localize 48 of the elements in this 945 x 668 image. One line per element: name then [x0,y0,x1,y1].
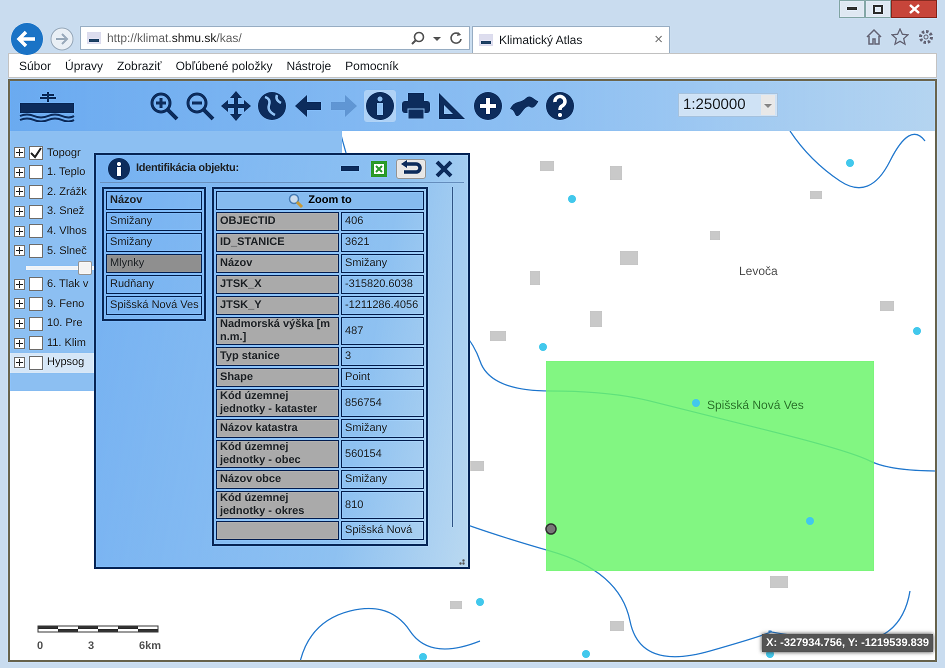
attribute-name: JTSK_Y [216,296,339,315]
attribute-name: Kód územnej jednotky - okres [216,491,339,519]
attribute-name: Nadmorská výška [m n.m.] [216,317,339,345]
attribute-value: Smižany [341,419,424,438]
attribute-value: Point [341,368,424,387]
attribute-name: Názov [216,254,339,273]
layer-label: Topogr [47,146,81,161]
url-text: http://klimat.shmu.sk/kas/ [107,30,242,47]
layer-label: 6. Tlak v [47,277,88,292]
attribute-name: Kód územnej jednotky - obec [216,440,339,468]
attribute-value: 406 [341,212,424,231]
map-label: Levoča [739,263,778,280]
attribute-value: Spišská Nová [341,521,424,540]
map-label: Spišská Nová Ves [707,397,804,414]
attribute-name: Shape [216,368,339,387]
layer-label: 9. Feno [47,296,84,312]
attribute-value: Smižany [341,470,424,489]
tab-title: Klimatický Atlas [499,32,582,49]
dialog-title: Identifikácia objektu: [136,161,240,176]
coordinates-readout: X: -327934.756, Y: -1219539.839 [762,634,933,652]
layer-label: 10. Pre [47,316,82,332]
attribute-name: Kód územnej jednotky - kataster [216,389,339,417]
attribute-value: 3621 [341,233,424,252]
layer-label: 3. Snež [47,204,84,220]
list-header: Názov [106,191,202,210]
layer-label: 2. Zrážk [47,184,87,200]
layer-label: 1. Teplo [47,165,86,180]
attribute-name: Názov obce [216,470,339,489]
attribute-value: -315820.6038 [341,275,424,294]
scale-label: 0 [37,638,44,654]
attribute-value: 487 [341,317,424,345]
layer-label: 5. Slneč [47,244,87,259]
layer-label: 11. Klim [47,336,86,351]
attribute-name: Názov katastra [216,419,339,438]
layer-label: 4. Vlhos [47,224,87,239]
scale-label: 6km [138,638,161,654]
attribute-value: 856754 [341,389,424,417]
attribute-name: OBJECTID [216,212,339,231]
scale-label: 3 [88,638,94,654]
attribute-value: -1211286.4056 [341,296,424,315]
attribute-value: 3 [341,347,424,366]
attribute-value: 560154 [341,440,424,468]
attribute-value: Smižany [341,254,424,273]
attribute-name: Typ stanice [216,347,339,366]
layer-label: Hypsog [47,355,84,370]
attribute-name: ID_STANICE [216,233,339,252]
attribute-value: 810 [341,491,424,519]
attribute-name: JTSK_X [216,275,339,294]
